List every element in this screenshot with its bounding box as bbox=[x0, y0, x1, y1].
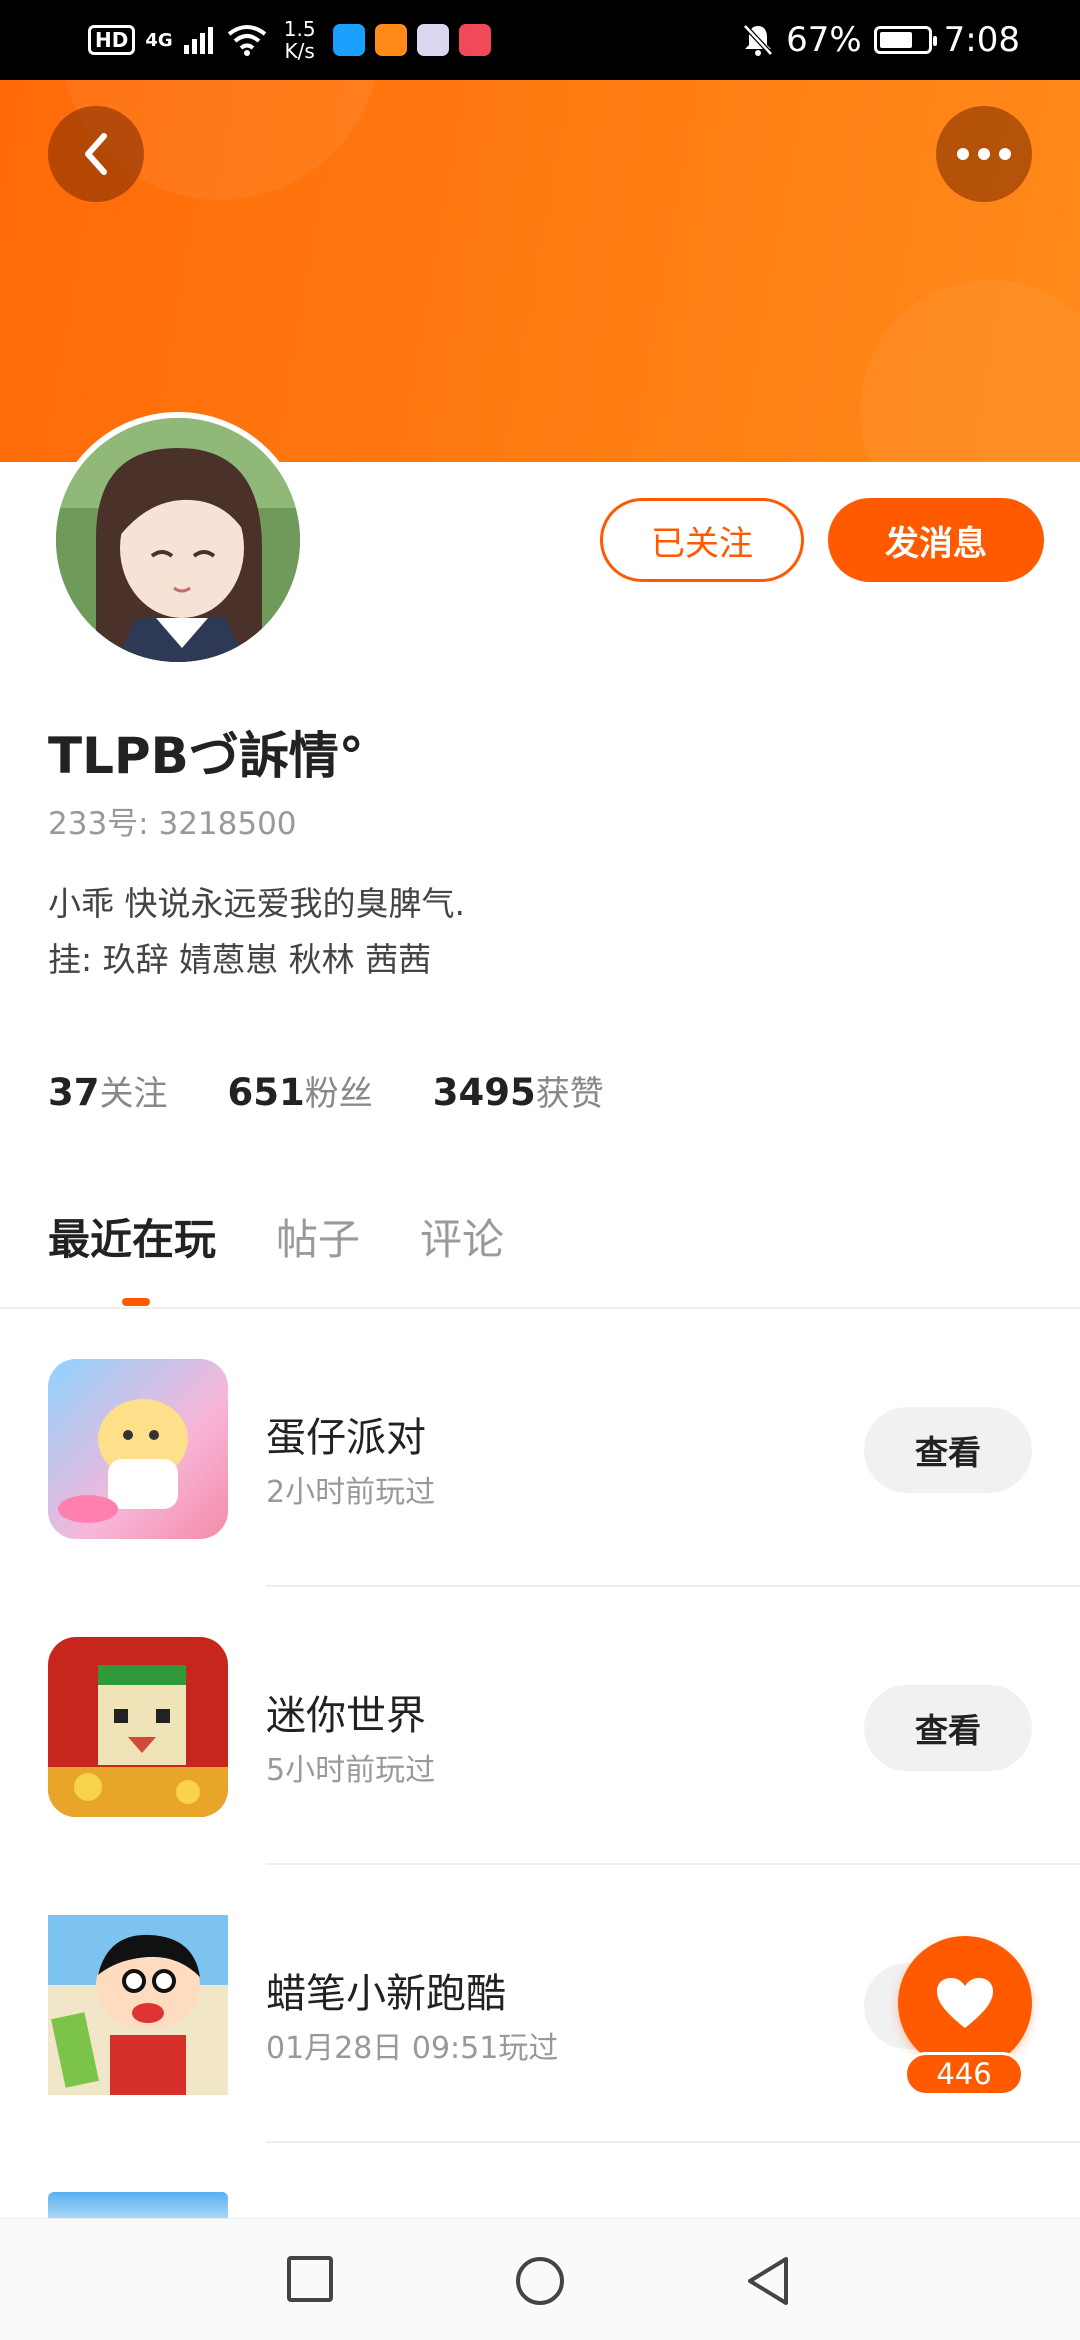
stat-likes: 3495获赞 bbox=[432, 1071, 604, 1114]
back-button[interactable] bbox=[48, 106, 144, 202]
game-name: 迷你世界 bbox=[266, 1693, 426, 1739]
bio-line: 挂: 玖辞 婧蒽崽 秋林 茜茜 bbox=[48, 940, 432, 979]
more-options-button[interactable] bbox=[936, 106, 1032, 202]
stat-fans[interactable]: 651粉丝 bbox=[228, 1066, 373, 1115]
game-name: 蛋仔派对 bbox=[266, 1415, 426, 1461]
app-notification-icon bbox=[374, 24, 407, 56]
app-notification-icon bbox=[332, 24, 365, 56]
battery-icon bbox=[873, 26, 937, 54]
list-item[interactable]: 迷你世界 5小时前玩过 查看 bbox=[0, 1587, 1080, 1865]
more-dot bbox=[978, 148, 990, 160]
view-button[interactable]: 查看 bbox=[864, 1685, 1032, 1771]
hd-badge: HD bbox=[88, 25, 136, 55]
signal-icon bbox=[183, 27, 213, 54]
heart-icon bbox=[937, 1978, 993, 2028]
status-bar: HD 4G 1.5 K/s 67% 7:08 bbox=[0, 0, 1080, 80]
followed-button[interactable]: 已关注 bbox=[600, 498, 804, 582]
tab-recently-played[interactable]: 最近在玩 bbox=[48, 1206, 216, 1267]
username: TLPBづ訴情° bbox=[48, 727, 364, 785]
battery-percent: 67% bbox=[786, 20, 862, 60]
circle-icon bbox=[516, 2257, 564, 2305]
game-played-time: 2小时前玩过 bbox=[266, 1475, 436, 1510]
game-icon-egg-party bbox=[48, 1359, 228, 1539]
bio: 小乖 快说永远爱我的臭脾气. 挂: 玖辞 婧蒽崽 秋林 茜茜 bbox=[48, 876, 465, 988]
back-nav-button[interactable] bbox=[744, 2255, 792, 2311]
network-type: 4G bbox=[145, 29, 173, 51]
profile-tabs: 最近在玩 帖子 评论 bbox=[48, 1206, 504, 1267]
view-button[interactable]: 查看 bbox=[864, 1407, 1032, 1493]
user-id: 233号: 3218500 bbox=[48, 806, 297, 842]
tab-posts[interactable]: 帖子 bbox=[276, 1206, 360, 1267]
more-dots-icon bbox=[957, 148, 969, 160]
app-notification-icon bbox=[416, 24, 449, 56]
avatar-image bbox=[56, 418, 300, 662]
bell-muted-icon bbox=[743, 24, 773, 56]
game-icon-crayon-shinchan-parkour bbox=[48, 1915, 228, 2095]
chevron-left-icon bbox=[85, 133, 107, 175]
game-played-time: 01月28日 09:51玩过 bbox=[266, 2031, 559, 2066]
game-name: 蜡笔小新跑酷 bbox=[266, 1971, 506, 2017]
send-message-button[interactable]: 发消息 bbox=[828, 498, 1044, 582]
divider bbox=[266, 2141, 1080, 2143]
tab-indicator bbox=[122, 1298, 150, 1306]
stats-row: 37关注 651粉丝 3495获赞 bbox=[48, 1066, 604, 1115]
like-button[interactable] bbox=[898, 1936, 1032, 2070]
game-icon-mini-world bbox=[48, 1637, 228, 1817]
app-notification-icon bbox=[458, 24, 491, 56]
home-button[interactable] bbox=[514, 2255, 566, 2311]
game-icon-partial bbox=[48, 2192, 228, 2218]
wifi-icon bbox=[227, 25, 266, 56]
stat-following[interactable]: 37关注 bbox=[48, 1066, 168, 1115]
network-speed: 1.5 K/s bbox=[283, 17, 316, 63]
clock: 7:08 bbox=[943, 20, 1020, 60]
bio-line: 小乖 快说永远爱我的臭脾气. bbox=[48, 884, 465, 923]
square-icon bbox=[287, 2256, 333, 2302]
triangle-back-icon bbox=[748, 2257, 788, 2305]
avatar[interactable] bbox=[50, 412, 306, 668]
list-item[interactable]: 蛋仔派对 2小时前玩过 查看 bbox=[0, 1309, 1080, 1587]
game-played-time: 5小时前玩过 bbox=[266, 1753, 436, 1788]
tab-comments[interactable]: 评论 bbox=[420, 1206, 504, 1267]
recent-apps-button[interactable] bbox=[286, 2255, 334, 2307]
like-count: 446 bbox=[904, 2052, 1024, 2096]
system-nav-bar bbox=[0, 2218, 1080, 2340]
more-dot bbox=[999, 148, 1011, 160]
profile-banner bbox=[0, 80, 1080, 462]
